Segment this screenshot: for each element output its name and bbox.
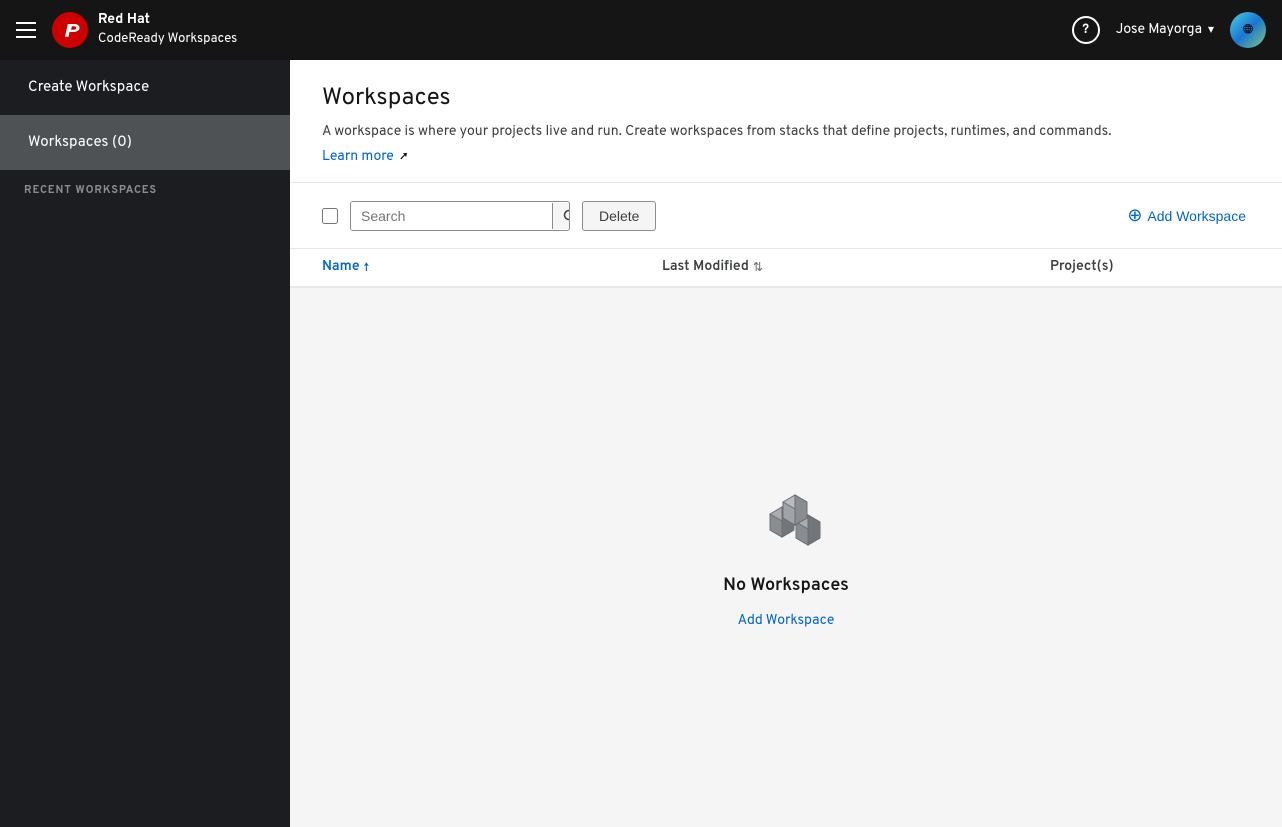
sort-name-icon[interactable]: ↑: [364, 260, 370, 276]
table-header: Name ↑ Last Modified ⇅ Project(s): [290, 249, 1282, 288]
learn-more-container: Learn more ↗: [322, 149, 1250, 166]
create-workspace-label: Create Workspace: [28, 78, 149, 97]
recent-workspaces-label: RECENT WORKSPACES: [0, 170, 290, 204]
brand: Red Hat CodeReady Workspaces: [52, 12, 1072, 48]
sidebar-item-workspaces[interactable]: Workspaces (0): [0, 115, 290, 170]
external-link-icon: ↗: [400, 149, 407, 165]
sidebar-item-create-workspace[interactable]: Create Workspace: [0, 60, 290, 115]
layout: Create Workspace Workspaces (0) RECENT W…: [0, 60, 1282, 827]
col-name-header: Name ↑: [322, 259, 662, 276]
page-title: Workspaces: [322, 84, 1250, 114]
delete-button[interactable]: Delete: [582, 201, 656, 231]
toolbar: Delete ⊕ Add Workspace: [290, 183, 1282, 249]
topnav: Red Hat CodeReady Workspaces ? Jose Mayo…: [0, 0, 1282, 60]
sort-modified-icon[interactable]: ⇅: [753, 260, 763, 276]
col-projects-header: Project(s): [1050, 259, 1250, 276]
main-header: Workspaces A workspace is where your pro…: [290, 60, 1282, 183]
redhat-logo-icon: [52, 12, 88, 48]
brand-text: Red Hat CodeReady Workspaces: [98, 12, 237, 47]
col-projects-label: Project(s): [1050, 259, 1114, 276]
search-input[interactable]: [351, 202, 552, 230]
empty-add-workspace-link[interactable]: Add Workspace: [738, 613, 835, 630]
search-button[interactable]: [552, 203, 570, 229]
search-icon: [563, 209, 570, 223]
empty-state-title: No Workspaces: [723, 574, 849, 597]
topnav-right: ? Jose Mayorga ▾ 🌐: [1072, 12, 1266, 48]
help-button[interactable]: ?: [1072, 16, 1100, 44]
add-workspace-button[interactable]: ⊕ Add Workspace: [1123, 199, 1250, 232]
user-name: Jose Mayorga: [1116, 22, 1202, 39]
workspaces-label: Workspaces (0): [28, 133, 132, 152]
learn-more-link[interactable]: Learn more: [322, 149, 394, 166]
avatar[interactable]: 🌐: [1230, 12, 1266, 48]
hamburger-button[interactable]: [16, 22, 36, 38]
add-icon: ⊕: [1127, 205, 1142, 226]
select-all-checkbox[interactable]: [322, 208, 338, 224]
user-menu[interactable]: Jose Mayorga ▾: [1116, 22, 1214, 39]
search-box: [350, 201, 570, 231]
page-description: A workspace is where your projects live …: [322, 122, 1250, 143]
main-content: Workspaces A workspace is where your pro…: [290, 60, 1282, 827]
empty-state-icon: [750, 486, 822, 558]
empty-state: No Workspaces Add Workspace: [290, 288, 1282, 827]
col-name-label[interactable]: Name: [322, 259, 360, 276]
col-modified-header: Last Modified ⇅: [662, 259, 1050, 276]
add-workspace-label: Add Workspace: [1147, 208, 1246, 224]
col-modified-label: Last Modified: [662, 259, 749, 276]
sidebar: Create Workspace Workspaces (0) RECENT W…: [0, 60, 290, 827]
user-chevron-icon: ▾: [1208, 22, 1214, 38]
